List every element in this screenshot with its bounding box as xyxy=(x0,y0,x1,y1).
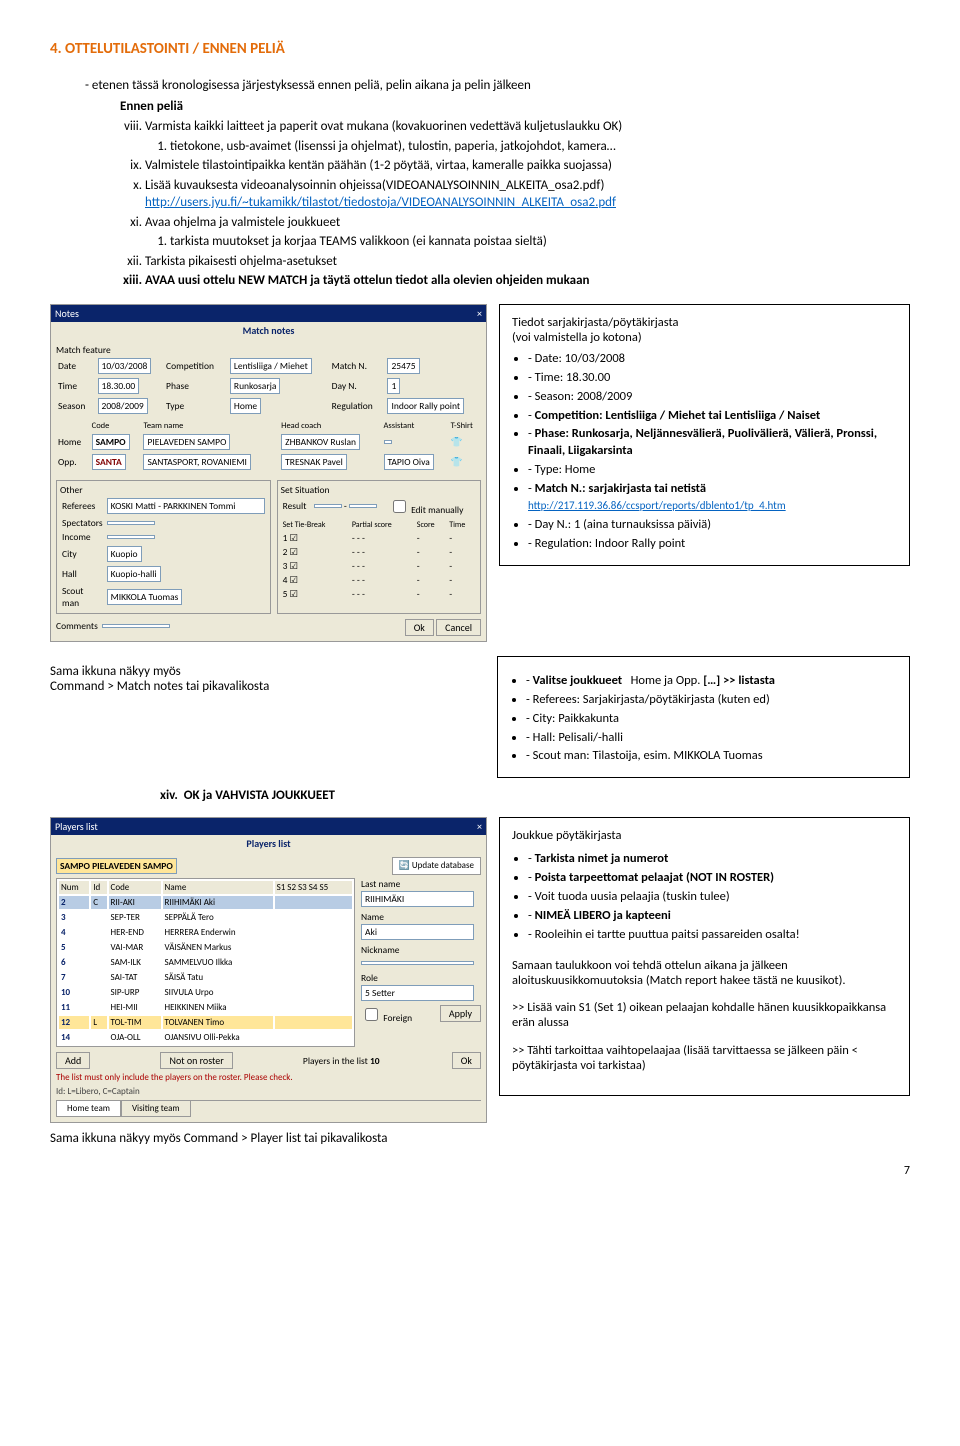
not-on-roster-button[interactable]: Not on roster xyxy=(160,1052,232,1069)
item-xiii: AVAA uusi ottelu NEW MATCH ja täytä otte… xyxy=(145,272,910,290)
item-xii: Tarkista pikaisesti ohjelma-asetukset xyxy=(145,253,910,271)
caption-player-list: Sama ikkuna näkyy myös Command > Player … xyxy=(50,1131,910,1146)
close-icon[interactable]: × xyxy=(477,820,482,833)
item-xi-1: tarkista muutokset ja korjaa TEAMS valik… xyxy=(170,233,910,251)
season-input[interactable]: 2008/2009 xyxy=(98,398,148,414)
role-select[interactable]: 5 Setter xyxy=(361,985,474,1001)
tshirt-opp-icon[interactable]: 👕 xyxy=(451,456,463,468)
edit-manually-checkbox[interactable] xyxy=(393,500,406,513)
link-matchn[interactable]: http://217.119.36.86/ccsport/reports/dbl… xyxy=(528,499,786,512)
opp-coach[interactable]: TRESNAK Pavel xyxy=(281,454,347,470)
comments-input[interactable] xyxy=(102,624,170,628)
opp-assistant[interactable]: TAPIO Oiva xyxy=(384,454,434,470)
page-heading: 4. OTTELUTILASTOINTI / ENNEN PELIÄ xyxy=(50,40,910,58)
time-input[interactable]: 18.30.00 xyxy=(98,378,140,394)
match-feature-label: Match feature xyxy=(56,344,479,356)
tshirt-home-icon[interactable]: 👕 xyxy=(451,436,463,448)
players-ok-button[interactable]: Ok xyxy=(452,1052,481,1069)
team-name-display: SAMPO PIELAVEDEN SAMPO xyxy=(56,858,177,874)
table-row[interactable]: 10SIP-URPSIIVULA Urpo xyxy=(59,986,352,999)
nickname-input[interactable] xyxy=(361,961,474,965)
spectators-input[interactable] xyxy=(107,521,155,525)
close-icon[interactable]: × xyxy=(477,307,482,320)
add-button[interactable]: Add xyxy=(56,1052,90,1069)
home-code[interactable]: SAMPO xyxy=(92,434,130,450)
item-xiv: xiv. OK ja VAHVISTA JOUKKUEET xyxy=(160,788,910,803)
info-box-joukkue: Joukkue pöytäkirjasta - Tarkista nimet j… xyxy=(499,817,910,1096)
table-row[interactable]: 2CRII-AKIRIIHIMÄKI Aki xyxy=(59,896,352,909)
home-assistant[interactable] xyxy=(384,440,392,444)
referees-input[interactable]: KOSKI Matti - PARKKINEN Tommi xyxy=(107,498,265,514)
table-row[interactable]: 5VAI-MARVÄISÄNEN Markus xyxy=(59,941,352,954)
day-n-input[interactable]: 1 xyxy=(387,378,400,394)
result-input[interactable] xyxy=(314,504,342,508)
roman-list: Varmista kaikki laitteet ja paperit ovat… xyxy=(145,118,910,290)
update-database-button[interactable]: 🔄 Update database xyxy=(392,857,481,875)
subheading-ennen-pelia: Ennen peliä xyxy=(120,99,910,114)
match-notes-window: Notes× Match notes Match feature Date 10… xyxy=(50,304,487,642)
page-number: 7 xyxy=(50,1164,910,1178)
caption-match-notes: Sama ikkuna näkyy myösCommand > Match no… xyxy=(50,664,485,694)
window-title: Notes xyxy=(55,307,79,320)
window-title-players: Players list xyxy=(55,820,98,833)
players-table[interactable]: NumIdCodeNameS1 S2 S3 S4 S5 2CRII-AKIRII… xyxy=(56,878,355,1047)
home-team[interactable]: PIELAVEDEN SAMPO xyxy=(143,434,230,450)
last-name-input[interactable]: RIIHIMÄKI xyxy=(361,891,474,907)
hall-input[interactable]: Kuopio-halli xyxy=(107,566,161,582)
regulation-input[interactable]: Indoor Rally point xyxy=(387,398,464,414)
info-box-valitse: - Valitse joukkueet Home ja Opp. […] >> … xyxy=(497,656,910,778)
table-row[interactable]: 3SEP-TERSEPPÄLÄ Tero xyxy=(59,911,352,924)
ok-button[interactable]: Ok xyxy=(405,619,434,636)
opp-team[interactable]: SANTASPORT, ROVANIEMI xyxy=(143,454,250,470)
table-row[interactable]: 7SAI-TATSÄISÄ Tatu xyxy=(59,971,352,984)
info-box-tiedot: Tiedot sarjakirjasta/pöytäkirjasta (voi … xyxy=(499,304,910,566)
table-row[interactable]: 4HER-ENDHERRERA Enderwin xyxy=(59,926,352,939)
type-input[interactable]: Home xyxy=(230,398,261,414)
dialog-title: Match notes xyxy=(51,322,486,339)
item-viii-1: tietokone, usb-avaimet (lisenssi ja ohje… xyxy=(170,138,910,156)
tab-home-team[interactable]: Home team xyxy=(56,1101,121,1117)
item-x: Lisää kuvauksesta videoanalysoinnin ohje… xyxy=(145,177,910,212)
income-input[interactable] xyxy=(107,535,155,539)
intro-line: - etenen tässä kronologisessa järjestyks… xyxy=(85,78,910,93)
table-row[interactable]: 12LTOL-TIMTOLVANEN Timo xyxy=(59,1016,352,1029)
competition-input[interactable]: Lentisliiga / Miehet xyxy=(230,358,312,374)
home-coach[interactable]: ZHBANKOV Ruslan xyxy=(281,434,360,450)
tab-visiting-team[interactable]: Visiting team xyxy=(121,1101,191,1117)
cancel-button[interactable]: Cancel xyxy=(436,619,481,636)
opp-code[interactable]: SANTA xyxy=(92,454,126,470)
item-ix: Valmistele tilastointipaikka kentän pääh… xyxy=(145,157,910,175)
scout-input[interactable]: MIKKOLA Tuomas xyxy=(107,589,183,605)
foreign-checkbox[interactable] xyxy=(365,1008,378,1021)
link-video-pdf[interactable]: http://users.jyu.fi/~tukamikk/tilastot/t… xyxy=(145,195,616,210)
date-input[interactable]: 10/03/2008 xyxy=(98,358,152,374)
match-n-input[interactable]: 25475 xyxy=(387,358,419,374)
table-row[interactable]: 11HEI-MIIHEIKKINEN Miika xyxy=(59,1001,352,1014)
city-input[interactable]: Kuopio xyxy=(107,546,142,562)
apply-button[interactable]: Apply xyxy=(440,1005,481,1022)
table-row[interactable]: 14OJA-OLLOJANSIVU Olli-Pekka xyxy=(59,1031,352,1044)
item-viii: Varmista kaikki laitteet ja paperit ovat… xyxy=(145,118,910,155)
item-xi: Avaa ohjelma ja valmistele joukkueet tar… xyxy=(145,214,910,251)
players-list-window: Players list× Players list SAMPO PIELAVE… xyxy=(50,817,487,1123)
phase-input[interactable]: Runkosarja xyxy=(230,378,281,394)
name-input[interactable]: Aki xyxy=(361,924,474,940)
table-row[interactable]: 6SAM-ILKSAMMELVUO Ilkka xyxy=(59,956,352,969)
